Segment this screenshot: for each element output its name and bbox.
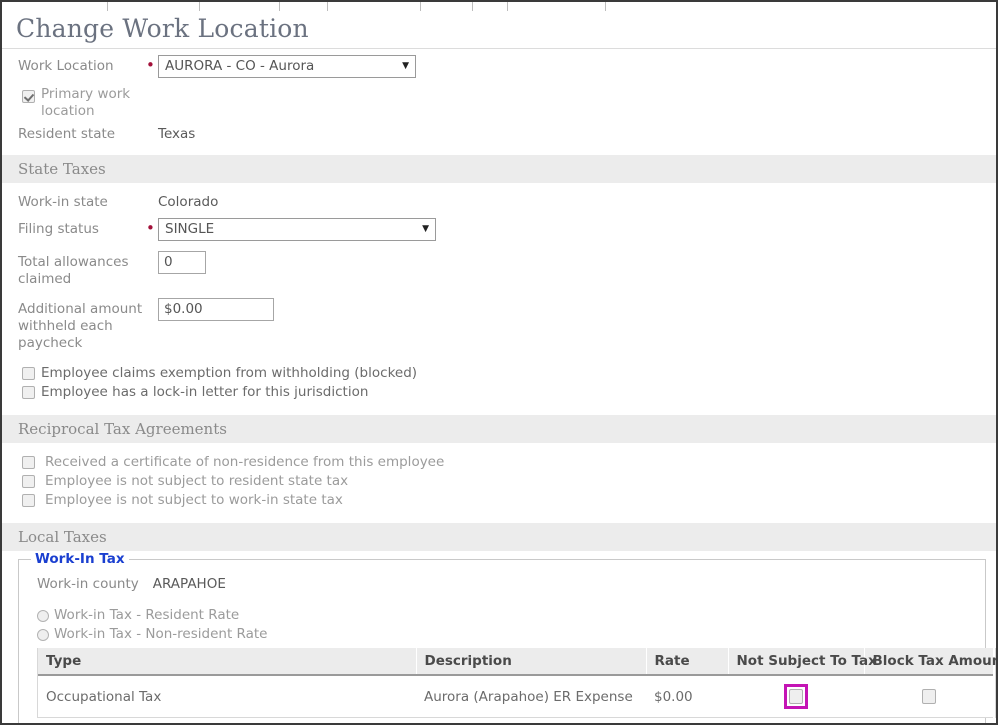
not-subject-resident-state-checkbox[interactable]	[22, 475, 35, 489]
additional-amount-label: Additional amount withheld each paycheck	[18, 301, 143, 352]
work-in-tax-non-resident-rate-label: Work-in Tax - Non-resident Rate	[54, 626, 268, 643]
work-location-label: Work Location	[18, 58, 114, 75]
work-location-required-marker: •	[146, 56, 155, 75]
top-tab-strip	[2, 2, 996, 12]
additional-amount-spacer	[146, 298, 158, 300]
work-in-tax-fieldset: Work-In Tax Work-in county ARAPAHOE Work…	[18, 551, 996, 723]
column-header-description[interactable]: Description	[416, 648, 647, 677]
column-header-not-subject-to-tax[interactable]: Not Subject To Tax	[728, 648, 877, 677]
work-in-tax-legend: Work-In Tax	[31, 551, 129, 568]
state-taxes-section-header: State Taxes	[2, 155, 996, 184]
primary-work-location-label: Primary work location	[41, 86, 131, 120]
non-residence-cert-row: Received a certificate of non-residence …	[2, 453, 996, 472]
form-area: Work Location • AURORA - CO - Aurora ▼ P…	[2, 49, 996, 723]
tab-divider	[507, 2, 508, 11]
primary-work-location-row: Primary work location	[2, 86, 996, 120]
column-header-block-tax-amount[interactable]: Block Tax Amount	[864, 648, 996, 677]
non-residence-certificate-checkbox[interactable]	[22, 456, 35, 470]
total-allowances-label: Total allowances claimed	[18, 254, 129, 288]
lockin-letter-checkbox[interactable]	[22, 386, 35, 400]
not-subject-to-tax-checkbox[interactable]	[789, 689, 803, 705]
column-header-type[interactable]: Type	[38, 648, 417, 677]
non-residence-certificate-label: Received a certificate of non-residence …	[45, 454, 445, 471]
local-taxes-section-header: Local Taxes	[2, 523, 996, 552]
tab-divider	[327, 2, 328, 11]
primary-work-location-checkbox[interactable]	[22, 90, 35, 104]
tab-divider	[420, 2, 421, 11]
total-allowances-row: Total allowances claimed 0	[2, 251, 996, 288]
additional-amount-input[interactable]: $0.00	[158, 298, 274, 322]
chevron-down-icon: ▼	[402, 61, 409, 72]
total-allowances-spacer	[146, 251, 158, 253]
resident-state-label: Resident state	[18, 126, 116, 143]
filing-status-select-value: SINGLE	[165, 221, 215, 238]
reciprocal-section-header: Reciprocal Tax Agreements	[2, 415, 996, 444]
exemption-checkbox[interactable]	[22, 367, 35, 381]
work-location-row: Work Location • AURORA - CO - Aurora ▼	[2, 49, 996, 79]
chevron-down-icon: ▼	[422, 224, 429, 235]
tab-divider	[472, 2, 473, 11]
cell-not-subject-to-tax	[728, 675, 864, 719]
change-work-location-page: Change Work Location Work Location • AUR…	[0, 0, 998, 725]
table-header-row: Type Description Rate Not Subject To Tax…	[38, 648, 996, 677]
block-tax-amount-checkbox[interactable]	[921, 689, 936, 705]
lockin-checkbox-row: Employee has a lock-in letter for this j…	[2, 383, 996, 402]
filing-status-label: Filing status	[18, 221, 99, 238]
total-allowances-input[interactable]: 0	[158, 251, 206, 275]
work-in-tax-table-wrapper: Type Description Rate Not Subject To Tax…	[37, 648, 996, 719]
not-subject-workin-row: Employee is not subject to work-in state…	[2, 491, 996, 510]
resident-state-spacer	[146, 123, 158, 125]
filing-status-required-marker: •	[146, 219, 155, 238]
exemption-checkbox-row: Employee claims exemption from withholdi…	[2, 364, 996, 383]
work-in-tax-resident-rate-label: Work-in Tax - Resident Rate	[54, 607, 240, 624]
work-in-state-row: Work-in state Colorado	[2, 191, 996, 213]
resident-state-row: Resident state Texas	[2, 123, 996, 145]
cell-rate: $0.00	[646, 675, 728, 719]
tab-divider	[107, 2, 108, 11]
work-location-select-value: AURORA - CO - Aurora	[165, 58, 315, 75]
column-header-rate[interactable]: Rate	[646, 648, 729, 677]
lockin-letter-checkbox-label: Employee has a lock-in letter for this j…	[41, 384, 369, 401]
not-subject-resident-state-label: Employee is not subject to resident stat…	[45, 473, 349, 490]
work-in-tax-table: Type Description Rate Not Subject To Tax…	[38, 648, 996, 719]
work-in-county-row: Work-in county ARAPAHOE	[37, 576, 985, 606]
exemption-checkbox-label: Employee claims exemption from withholdi…	[41, 365, 418, 382]
work-location-select[interactable]: AURORA - CO - Aurora ▼	[158, 55, 416, 79]
filing-status-select[interactable]: SINGLE ▼	[158, 218, 436, 242]
work-in-tax-resident-rate-radio[interactable]	[37, 610, 49, 623]
table-row: Occupational Tax Aurora (Arapahoe) ER Ex…	[38, 675, 993, 719]
not-subject-resident-row: Employee is not subject to resident stat…	[2, 472, 996, 491]
filing-status-row: Filing status • SINGLE ▼	[2, 218, 996, 242]
highlight-box	[784, 684, 808, 710]
work-in-county-label: Work-in county	[37, 576, 139, 593]
page-title: Change Work Location	[16, 14, 309, 43]
non-resident-rate-radio-row: Work-in Tax - Non-resident Rate	[37, 625, 985, 644]
not-subject-workin-state-label: Employee is not subject to work-in state…	[45, 492, 343, 509]
additional-amount-row: Additional amount withheld each paycheck…	[2, 298, 996, 352]
resident-state-value: Texas	[158, 126, 196, 143]
work-in-county-value: ARAPAHOE	[152, 576, 226, 593]
work-in-state-label: Work-in state	[18, 194, 108, 211]
cell-type: Occupational Tax	[38, 675, 416, 719]
work-in-tax-body: Work-in county ARAPAHOE Work-in Tax - Re…	[19, 560, 996, 719]
work-in-state-spacer	[146, 191, 158, 193]
tab-divider	[605, 2, 606, 11]
cell-block-tax-amount	[864, 675, 993, 719]
tab-divider	[279, 2, 280, 11]
not-subject-workin-state-checkbox[interactable]	[22, 494, 35, 508]
work-in-state-value: Colorado	[158, 194, 219, 211]
resident-rate-radio-row: Work-in Tax - Resident Rate	[37, 606, 985, 625]
tab-divider	[199, 2, 200, 11]
cell-description: Aurora (Arapahoe) ER Expense	[416, 675, 646, 719]
work-in-tax-non-resident-rate-radio[interactable]	[37, 629, 49, 642]
